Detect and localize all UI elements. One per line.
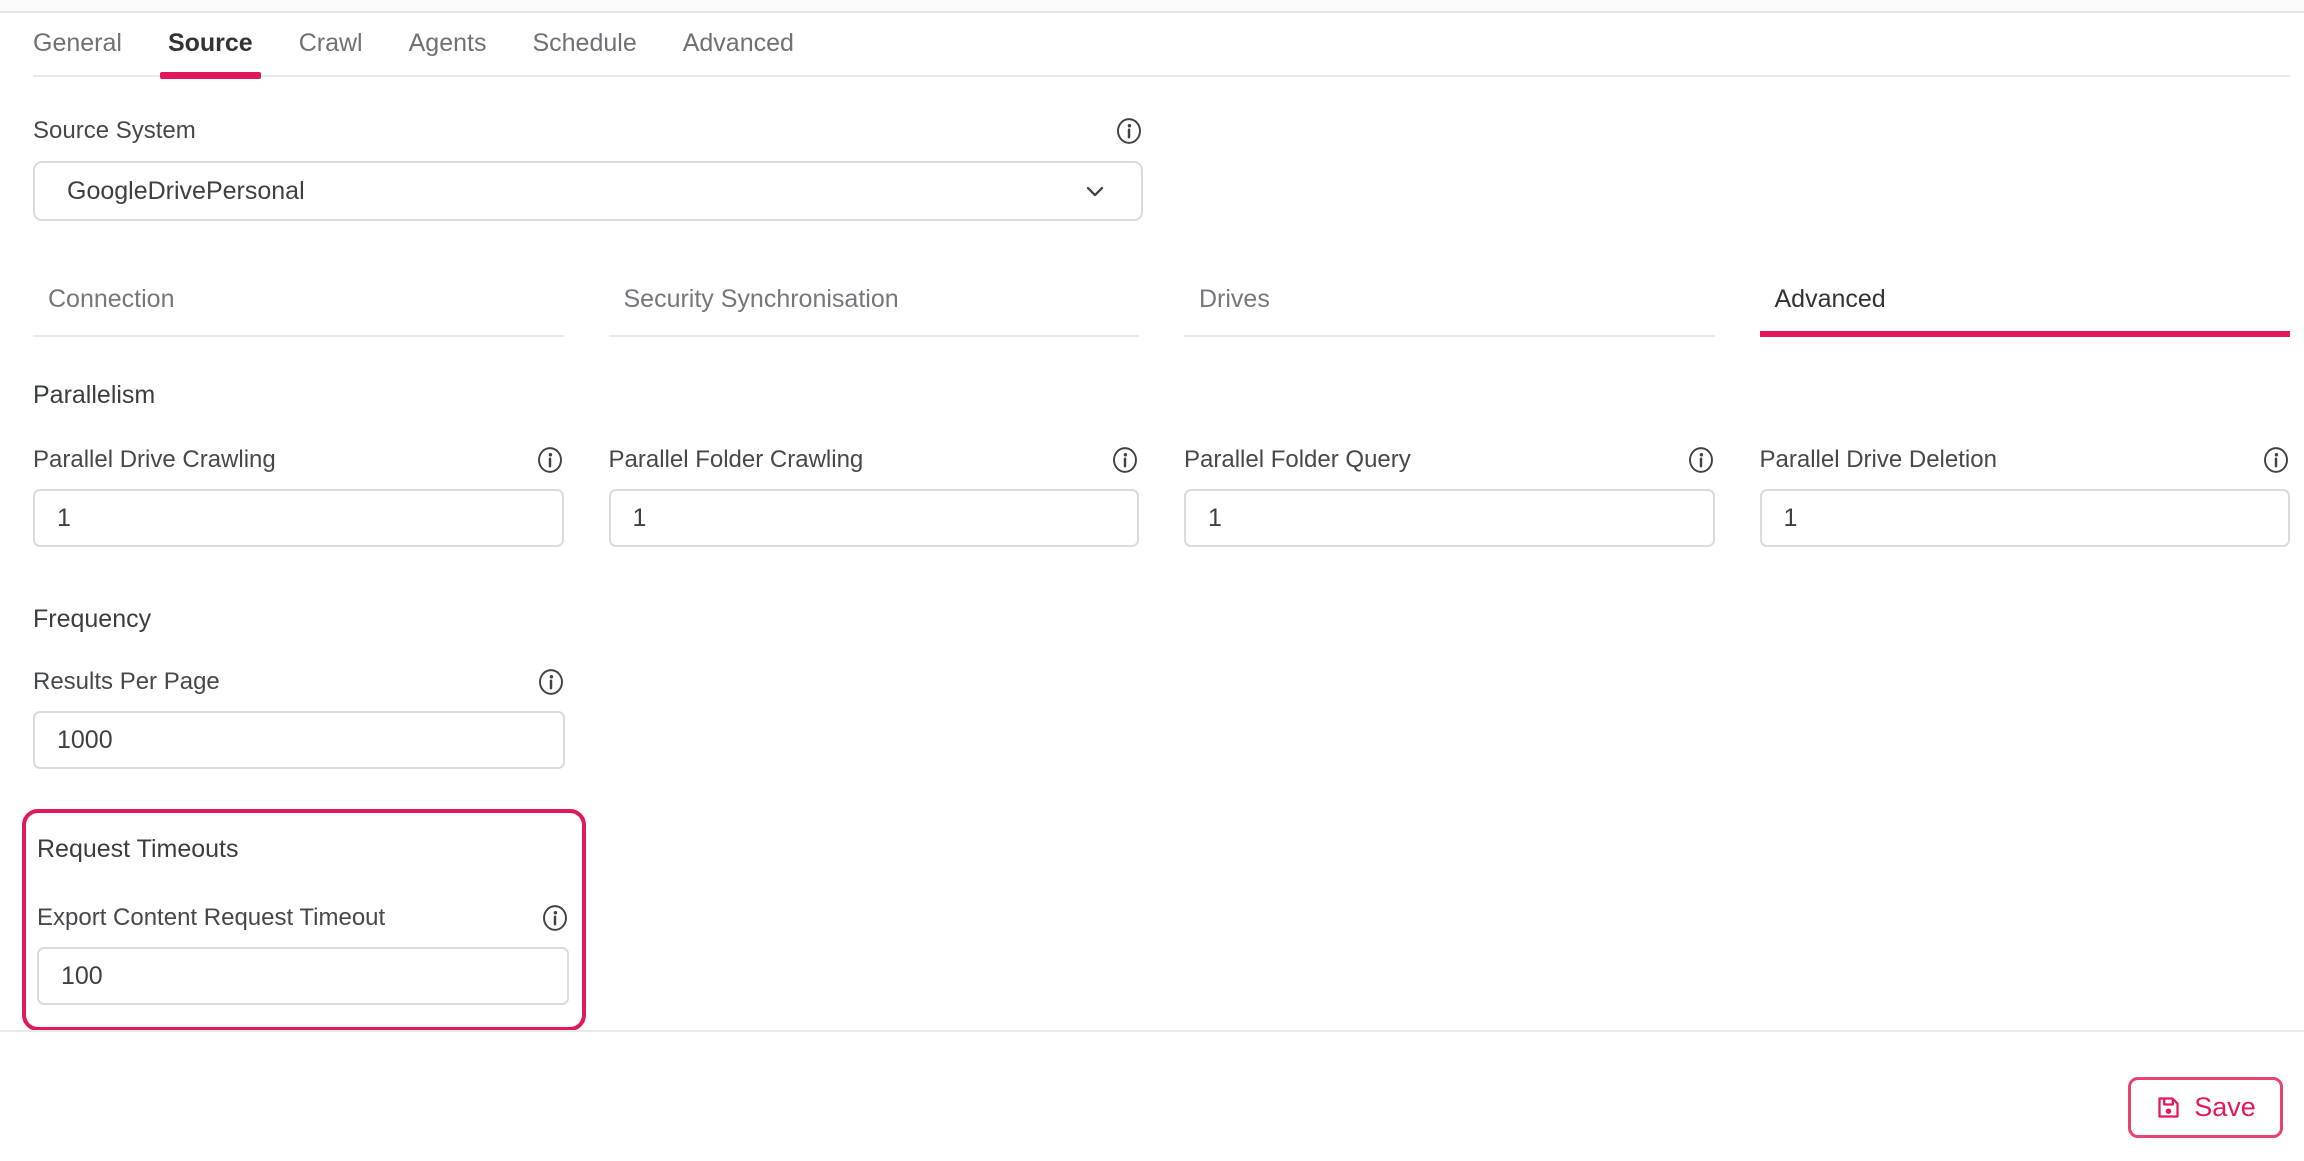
tab-crawl[interactable]: Crawl: [299, 29, 363, 75]
info-icon[interactable]: [2262, 446, 2290, 474]
section-title-parallelism: Parallelism: [33, 381, 2290, 410]
export-content-request-timeout-input[interactable]: [37, 947, 569, 1005]
field-label: Parallel Drive Deletion: [1760, 446, 1997, 474]
source-system-value: GoogleDrivePersonal: [67, 177, 305, 206]
results-per-page-input[interactable]: [33, 711, 565, 769]
source-system-field: Source System GoogleDrivePersonal: [33, 117, 1143, 221]
info-icon[interactable]: [537, 668, 565, 696]
field-label: Parallel Drive Crawling: [33, 446, 276, 474]
info-icon[interactable]: [541, 904, 569, 932]
tab-schedule[interactable]: Schedule: [532, 29, 636, 75]
tab-general[interactable]: General: [33, 29, 122, 75]
tab-agents[interactable]: Agents: [409, 29, 487, 75]
parallel-drive-deletion-input[interactable]: [1760, 489, 2291, 547]
parallelism-fields: Parallel Drive Crawling Parallel Folder …: [33, 446, 2290, 547]
request-timeouts-highlight-box: Request Timeouts Export Content Request …: [22, 809, 586, 1031]
subtab-security-synchronisation[interactable]: Security Synchronisation: [609, 285, 1140, 337]
floppy-disk-icon: [2155, 1094, 2182, 1121]
field-parallel-drive-crawling: Parallel Drive Crawling: [33, 446, 564, 547]
subtab-connection[interactable]: Connection: [33, 285, 564, 337]
tab-source[interactable]: Source: [168, 29, 253, 75]
info-icon[interactable]: [1115, 117, 1143, 145]
parallel-folder-crawling-input[interactable]: [609, 489, 1140, 547]
parallel-folder-query-input[interactable]: [1184, 489, 1715, 547]
chevron-down-icon: [1081, 177, 1109, 205]
secondary-tab-bar: Connection Security Synchronisation Driv…: [33, 285, 2290, 337]
field-export-content-request-timeout: Export Content Request Timeout: [37, 904, 569, 1005]
field-parallel-drive-deletion: Parallel Drive Deletion: [1760, 446, 2291, 547]
tab-advanced[interactable]: Advanced: [683, 29, 794, 75]
save-button[interactable]: Save: [2128, 1077, 2283, 1138]
save-button-label: Save: [2194, 1092, 2256, 1123]
source-system-label: Source System: [33, 117, 196, 145]
field-label: Results Per Page: [33, 668, 220, 696]
top-divider: [0, 0, 2304, 13]
field-parallel-folder-crawling: Parallel Folder Crawling: [609, 446, 1140, 547]
source-system-select[interactable]: GoogleDrivePersonal: [33, 161, 1143, 221]
info-icon[interactable]: [1687, 446, 1715, 474]
info-icon[interactable]: [536, 446, 564, 474]
section-title-frequency: Frequency: [33, 605, 2290, 634]
field-parallel-folder-query: Parallel Folder Query: [1184, 446, 1715, 547]
field-results-per-page: Results Per Page: [33, 668, 565, 769]
parallel-drive-crawling-input[interactable]: [33, 489, 564, 547]
subtab-drives[interactable]: Drives: [1184, 285, 1715, 337]
field-label: Parallel Folder Query: [1184, 446, 1411, 474]
section-title-request-timeouts: Request Timeouts: [37, 835, 564, 864]
primary-tab-bar: General Source Crawl Agents Schedule Adv…: [33, 13, 2290, 77]
field-label: Parallel Folder Crawling: [609, 446, 864, 474]
info-icon[interactable]: [1111, 446, 1139, 474]
subtab-advanced[interactable]: Advanced: [1760, 285, 2291, 337]
field-label: Export Content Request Timeout: [37, 904, 385, 932]
footer-bar: Save: [0, 1030, 2304, 1161]
